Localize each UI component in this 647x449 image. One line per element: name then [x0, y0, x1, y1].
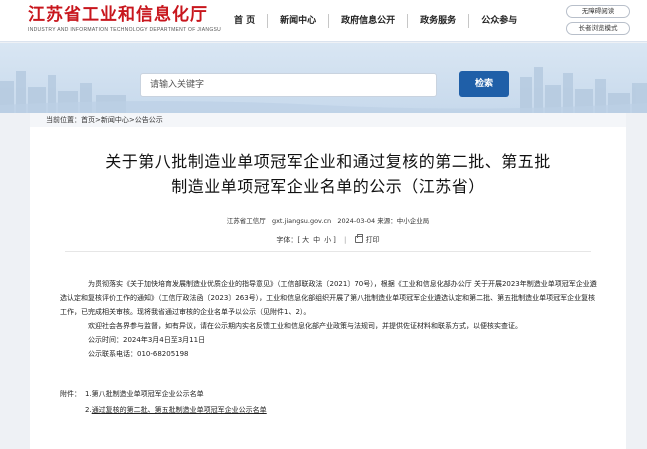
meta-url: gxt.jiangsu.gov.cn: [271, 217, 332, 225]
article-body: 为贯彻落实《关于加快培育发展制造业优质企业的指导意见》（工信部联政法〔2021〕…: [60, 277, 600, 361]
article-meta: 江苏省工信厅 gxt.jiangsu.gov.cn 2024-03-04 来源：…: [30, 215, 626, 225]
search-input[interactable]: [140, 73, 437, 97]
site-logo[interactable]: 江苏省工业和信息化厅 INDUSTRY AND INFORMATION TECH…: [28, 5, 221, 34]
font-size-large[interactable]: 大: [302, 236, 309, 244]
article-paragraph-1: 为贯彻落实《关于加快培育发展制造业优质企业的指导意见》（工信部联政法〔2021〕…: [60, 280, 597, 316]
nav-home[interactable]: 首 页: [222, 14, 269, 28]
attachment-link-2[interactable]: 2.通过复核的第二批、第五批制造业单项冠军企业公示名单: [85, 405, 267, 415]
divider: [65, 251, 591, 252]
print-button[interactable]: 打印: [354, 234, 380, 244]
article-title: 关于第八批制造业单项冠军企业和通过复核的第二批、第五批 制造业单项冠军企业名单的…: [30, 149, 626, 199]
elderly-mode-button[interactable]: 长者浏览模式: [566, 22, 630, 35]
main-nav: 首 页 新闻中心 政府信息公开 政务服务 公众参与: [222, 0, 529, 42]
article-paragraph-2: 欢迎社会各界参与监督，如有异议，请在公示期内实名反馈工业和信息化部产业政策与法规…: [88, 322, 522, 330]
logo-subtitle: INDUSTRY AND INFORMATION TECHNOLOGY DEPA…: [28, 27, 222, 33]
nav-gov-services[interactable]: 政务服务: [408, 14, 470, 28]
attachment-link-1[interactable]: 1.第八批制造业单项冠军企业公示名单: [85, 389, 204, 399]
article-card: 关于第八批制造业单项冠军企业和通过复核的第二批、第五批 制造业单项冠军企业名单的…: [30, 127, 626, 449]
attachment-2-label: 通过复核的第二批、第五批制造业单项冠军企业公示名单: [91, 406, 267, 414]
logo-title: 江苏省工业和信息化厅: [28, 5, 208, 25]
search-banner: 检索: [0, 43, 647, 113]
contact-phone: 公示联系电话：010-68205198: [88, 350, 189, 358]
breadcrumb-announcements[interactable]: 公告公示: [135, 116, 163, 124]
breadcrumb-label: 当前位置：: [46, 116, 81, 124]
nav-gov-info[interactable]: 政府信息公开: [329, 14, 409, 28]
accessible-reading-button[interactable]: 无障碍阅读: [566, 5, 630, 18]
font-size-small[interactable]: 小: [324, 236, 331, 244]
publicity-period: 公示时间：2024年3月4日至3月11日: [88, 336, 206, 344]
attachments-label: 附件：: [60, 390, 81, 398]
font-size-medium[interactable]: 中: [313, 236, 320, 244]
site-header: 江苏省工业和信息化厅 INDUSTRY AND INFORMATION TECH…: [0, 0, 647, 42]
nav-public-participation[interactable]: 公众参与: [469, 14, 529, 28]
article-title-line-1: 关于第八批制造业单项冠军企业和通过复核的第二批、第五批: [105, 152, 551, 171]
article-tools: 字体：[大中小] | 打印: [30, 234, 626, 245]
bracket: [: [297, 236, 301, 244]
meta-date: 2024-03-04: [337, 217, 376, 225]
nav-news-center[interactable]: 新闻中心: [268, 14, 330, 28]
breadcrumb-news-center[interactable]: 新闻中心: [101, 116, 129, 124]
attachment-2-number: 2.: [85, 406, 92, 414]
meta-origin: 来源：中小企业局: [377, 217, 430, 225]
breadcrumb: 当前位置：首页>新闻中心>公告公示: [30, 113, 626, 127]
bracket: ]: [333, 236, 336, 244]
printer-icon: [354, 234, 363, 243]
font-size-label: 字体：: [276, 236, 298, 244]
tools-separator: |: [344, 236, 347, 244]
breadcrumb-home[interactable]: 首页: [81, 116, 95, 124]
print-label: 打印: [365, 236, 380, 244]
search-button[interactable]: 检索: [459, 71, 509, 97]
meta-source: 江苏省工信厅: [226, 217, 266, 225]
article-title-line-2: 制造业单项冠军企业名单的公示（江苏省）: [171, 177, 485, 196]
